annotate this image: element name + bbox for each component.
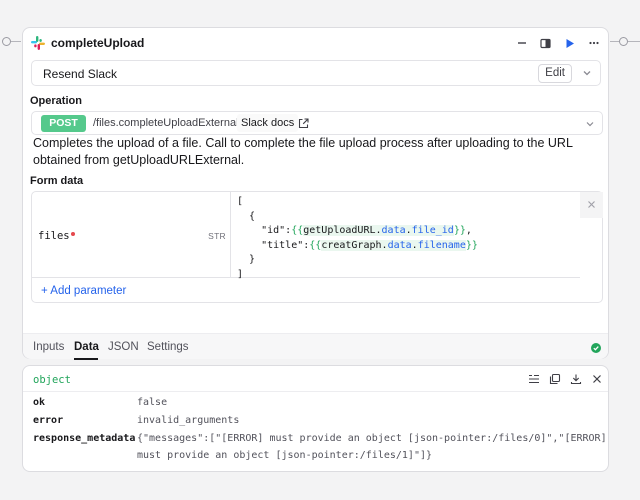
node-header: completeUpload [23, 28, 608, 58]
close-icon [588, 201, 595, 208]
form-data-label: Form data [30, 175, 84, 187]
method-badge: POST [41, 115, 86, 132]
list-icon[interactable] [528, 373, 540, 385]
download-icon[interactable] [570, 373, 582, 385]
check-circle-icon [591, 343, 601, 353]
connector-line-right [610, 41, 619, 42]
operation-selector[interactable]: POST /files.completeUploadExternal Slack… [31, 111, 603, 135]
form-data-table: files STR [ { "id":{{getUploadURL.data.f… [31, 191, 603, 303]
result-tabs: Inputs Data JSON Settings [23, 333, 608, 360]
slack-logo-icon [31, 36, 45, 50]
param-type: STR [208, 231, 226, 241]
result-value: {"messages":["[ERROR] must provide an ob… [137, 433, 607, 444]
tab-inputs[interactable]: Inputs [33, 341, 64, 353]
operation-path: /files.completeUploadExternal [93, 117, 239, 129]
result-value: false [137, 397, 168, 408]
connector-line-left [11, 41, 21, 42]
external-link-icon[interactable] [298, 118, 309, 129]
output-connector[interactable] [619, 37, 628, 46]
param-value-editor[interactable]: [ { "id":{{getUploadURL.data.file_id}}, … [231, 192, 580, 280]
edit-resource-button[interactable]: Edit [538, 64, 572, 83]
tab-settings[interactable]: Settings [147, 341, 189, 353]
result-type: object [33, 374, 71, 386]
close-icon[interactable] [591, 373, 603, 385]
result-key: response_metadata [33, 433, 136, 444]
active-tab-indicator [74, 358, 98, 360]
toggle-panel-button[interactable] [536, 34, 554, 52]
docs-link[interactable]: Slack docs [237, 114, 299, 132]
minus-icon [518, 42, 526, 44]
required-indicator [70, 232, 75, 236]
resource-name: Resend Slack [43, 67, 118, 81]
connector-line-right-out [628, 41, 640, 42]
resource-selector[interactable]: Resend Slack Edit [31, 60, 601, 86]
result-divider [23, 391, 608, 392]
param-key: files [38, 230, 75, 242]
more-options-button[interactable] [585, 34, 603, 52]
tab-json[interactable]: JSON [108, 341, 139, 353]
run-button[interactable] [561, 34, 579, 52]
remove-param-button[interactable] [580, 192, 603, 218]
add-parameter-button[interactable]: + Add parameter [41, 285, 126, 297]
result-value: invalid_arguments [137, 415, 240, 426]
play-icon [566, 38, 574, 48]
tab-data[interactable]: Data [74, 341, 99, 353]
input-connector[interactable] [2, 37, 11, 46]
operation-description: Completes the upload of a file. Call to … [33, 136, 573, 167]
chevron-down-icon[interactable] [585, 119, 595, 129]
operation-label: Operation [30, 95, 82, 107]
result-key: error [33, 415, 64, 426]
node-title[interactable]: completeUpload [51, 36, 144, 50]
workflow-node: completeUpload Resend Slack Edit Operati… [22, 27, 609, 360]
result-key: ok [33, 397, 46, 408]
result-panel: object ok false error invalid_arguments … [22, 365, 609, 472]
code-editor[interactable]: [ { "id":{{getUploadURL.data.file_id}}, … [237, 195, 478, 282]
param-key-cell[interactable]: files STR [32, 192, 231, 278]
chevron-down-icon[interactable] [581, 67, 593, 79]
more-icon [589, 41, 599, 45]
copy-icon[interactable] [549, 373, 561, 385]
minimize-button[interactable] [513, 34, 531, 52]
result-value: must provide an object [json-pointer:/fi… [137, 450, 433, 461]
panel-icon [539, 38, 551, 48]
